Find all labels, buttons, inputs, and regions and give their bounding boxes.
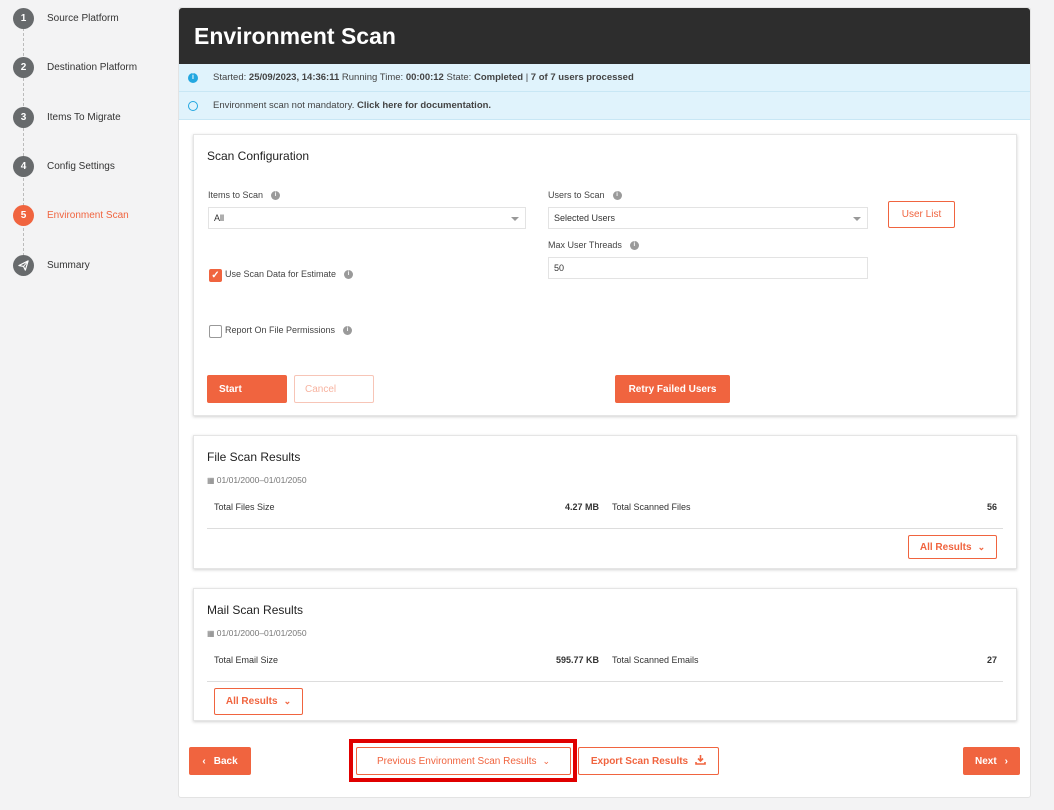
mail-scan-results-card: Mail Scan Results ▦ 01/01/2000–01/01/205… (193, 588, 1017, 721)
scan-status-text: Started: 25/09/2023, 14:36:11 Running Ti… (207, 72, 634, 83)
step-destination-platform[interactable]: 2 Destination Platform (13, 56, 137, 78)
report-file-permissions-checkbox[interactable] (209, 325, 222, 338)
step-label: Config Settings (47, 160, 115, 172)
step-items-to-migrate[interactable]: 3 Items To Migrate (13, 106, 121, 128)
running-time-value: 00:00:12 (405, 72, 444, 83)
chevron-down-icon (511, 217, 519, 221)
date-range: ▦ 01/01/2000–01/01/2050 (207, 628, 307, 638)
divider (207, 528, 1003, 529)
users-to-scan-value: Selected Users (554, 213, 616, 223)
step-number: 5 (13, 204, 34, 226)
total-scanned-emails-value: 27 (986, 655, 997, 665)
scan-status-bar: i Started: 25/09/2023, 14:36:11 Running … (179, 64, 1030, 92)
started-value: 25/09/2023, 14:36:11 (248, 72, 340, 83)
state-label: State: (446, 72, 472, 83)
step-label: Source Platform (47, 12, 119, 24)
step-number: 2 (13, 56, 34, 78)
back-button[interactable]: ‹ Back (189, 747, 251, 775)
step-environment-scan[interactable]: 5 Environment Scan (13, 204, 129, 226)
help-icon: i (629, 241, 639, 251)
chevron-right-icon: › (1004, 755, 1009, 767)
users-processed: 7 of 7 users processed (530, 72, 634, 83)
card-title: Mail Scan Results (207, 603, 304, 617)
calendar-icon: ▦ (207, 629, 217, 638)
cancel-button[interactable]: Cancel (294, 375, 374, 403)
scan-configuration-card: Scan Configuration Items to Scan i All Us… (193, 134, 1017, 416)
max-user-threads-label: Max User Threads i (548, 240, 639, 251)
documentation-notice: Environment scan not mandatory. Click he… (179, 92, 1030, 120)
date-range: ▦ 01/01/2000–01/01/2050 (207, 475, 307, 485)
highlight-box (349, 739, 577, 782)
back-label: Back (213, 755, 238, 767)
total-scanned-files-value: 56 (986, 502, 997, 512)
export-scan-results-label: Export Scan Results (590, 755, 689, 767)
total-email-size-label: Total Email Size (214, 655, 279, 665)
notice-message: Environment scan not mandatory. (213, 100, 355, 111)
use-scan-data-checkbox[interactable]: ✓ (209, 269, 222, 282)
card-title: Scan Configuration (207, 149, 310, 163)
page-title: Environment Scan (179, 8, 1030, 64)
card-title: File Scan Results (207, 450, 301, 464)
wizard-stepper: 1 Source Platform 2 Destination Platform… (0, 0, 170, 810)
items-to-scan-select[interactable]: All (208, 207, 526, 229)
step-number: 3 (13, 106, 34, 128)
paper-plane-icon (13, 254, 34, 276)
users-to-scan-select[interactable]: Selected Users (548, 207, 868, 229)
help-icon: i (271, 191, 281, 201)
next-label: Next (974, 755, 997, 767)
divider (207, 681, 1003, 682)
help-icon: i (343, 326, 353, 336)
started-label: Started: (213, 72, 247, 83)
total-scanned-emails-label: Total Scanned Emails (612, 655, 699, 665)
start-button[interactable]: Start (207, 375, 287, 403)
step-number: 1 (13, 7, 34, 29)
retry-failed-users-button[interactable]: Retry Failed Users (615, 375, 730, 403)
globe-icon (179, 92, 207, 119)
state-value: Completed (473, 72, 524, 83)
export-scan-results-button[interactable]: Export Scan Results (578, 747, 719, 775)
chevron-down-icon: ⌄ (977, 541, 986, 552)
report-file-permissions-label: Report On File Permissions i (225, 325, 353, 336)
all-results-dropdown[interactable]: All Results ⌄ (214, 688, 303, 715)
max-user-threads-input[interactable]: 50 (548, 257, 868, 279)
download-icon (695, 754, 706, 768)
status-separator: | (525, 72, 529, 83)
users-to-scan-label: Users to Scan i (548, 190, 622, 201)
use-scan-data-label: Use Scan Data for Estimate i (225, 269, 354, 280)
notice-text: Environment scan not mandatory. Click he… (207, 100, 491, 111)
items-to-scan-value: All (214, 213, 225, 223)
documentation-link[interactable]: Click here for documentation. (357, 100, 491, 111)
step-label: Items To Migrate (47, 111, 121, 123)
main-panel: Environment Scan i Started: 25/09/2023, … (178, 7, 1031, 798)
step-source-platform[interactable]: 1 Source Platform (13, 7, 119, 29)
total-files-size-label: Total Files Size (214, 502, 275, 512)
step-label: Destination Platform (47, 61, 138, 73)
help-icon: i (344, 270, 354, 280)
step-config-settings[interactable]: 4 Config Settings (13, 155, 115, 177)
total-scanned-files-label: Total Scanned Files (612, 502, 691, 512)
calendar-icon: ▦ (207, 476, 217, 485)
step-summary[interactable]: Summary (13, 254, 90, 276)
step-number: 4 (13, 155, 34, 177)
next-button[interactable]: Next › (963, 747, 1020, 775)
step-label: Summary (47, 259, 90, 271)
info-icon: i (179, 64, 207, 91)
running-time-label: Running Time: (341, 72, 404, 83)
file-scan-results-card: File Scan Results ▦ 01/01/2000–01/01/205… (193, 435, 1017, 569)
all-results-label: All Results (225, 696, 278, 707)
user-list-button[interactable]: User List (888, 201, 955, 228)
items-to-scan-label: Items to Scan i (208, 190, 281, 201)
total-email-size-value: 595.77 KB (555, 655, 599, 665)
all-results-dropdown[interactable]: All Results ⌄ (908, 535, 997, 559)
chevron-left-icon: ‹ (202, 755, 206, 767)
chevron-down-icon (853, 217, 861, 221)
total-files-size-value: 4.27 MB (564, 502, 599, 512)
chevron-down-icon: ⌄ (283, 696, 292, 706)
help-icon: i (612, 191, 622, 201)
step-label: Environment Scan (47, 209, 129, 221)
all-results-label: All Results (919, 541, 972, 553)
